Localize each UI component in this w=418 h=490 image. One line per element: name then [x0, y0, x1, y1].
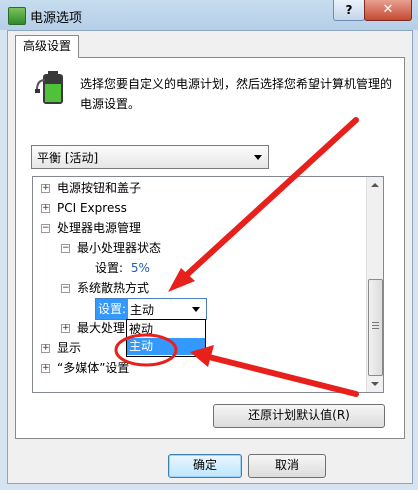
expand-icon[interactable]: + — [41, 184, 50, 193]
expand-icon[interactable]: + — [41, 344, 50, 353]
power-plan-value: 平衡 [活动] — [37, 151, 99, 165]
battery-plug-icon — [35, 71, 63, 104]
tree-item-label: “多媒体”设置 — [57, 361, 130, 375]
tree-item-label: 系统散热方式 — [77, 281, 150, 295]
dropdown-option-active[interactable]: 主动 — [127, 338, 205, 355]
scroll-thumb[interactable] — [368, 279, 383, 376]
power-options-icon — [8, 7, 26, 25]
window-title: 电源选项 — [30, 11, 83, 26]
scroll-down-icon[interactable] — [371, 382, 379, 386]
tree-item-label: 最小处理器状态 — [77, 241, 162, 255]
cancel-button[interactable]: 取消 — [248, 454, 326, 478]
collapse-icon[interactable]: − — [61, 244, 70, 253]
expand-icon[interactable]: + — [41, 364, 50, 373]
power-plan-select[interactable]: 平衡 [活动] — [31, 145, 269, 169]
collapse-icon[interactable]: − — [61, 284, 70, 293]
tab-advanced-settings[interactable]: 高级设置 — [15, 35, 79, 58]
restore-defaults-button[interactable]: 还原计划默认值(R) — [213, 404, 385, 428]
chevron-down-icon — [254, 155, 262, 160]
ok-button[interactable]: 确定 — [168, 454, 242, 478]
combo-setting-label: 设置: — [96, 299, 129, 319]
tree-item-label: 处理器电源管理 — [57, 221, 142, 235]
expand-icon[interactable]: + — [41, 204, 50, 213]
collapse-icon[interactable]: − — [41, 224, 50, 233]
expand-icon[interactable]: + — [61, 324, 70, 333]
title-bar: 电源选项 ? ✕ — [0, 0, 418, 30]
cooling-policy-combo[interactable]: 设置: 主动 — [95, 298, 207, 320]
cooling-policy-dropdown[interactable]: 被动 主动 — [126, 319, 206, 357]
combo-arrow-icon[interactable] — [192, 307, 200, 312]
tree-scrollbar[interactable] — [366, 177, 383, 392]
combo-value: 主动 — [130, 303, 155, 317]
scroll-up-icon[interactable] — [371, 183, 379, 187]
description-text: 选择您要自定义的电源计划，然后选择您希望计算机管理的电源设置。 — [80, 77, 393, 111]
min-state-setting-row: 设置: 5% — [95, 259, 150, 277]
setting-value-link[interactable]: 5% — [131, 261, 150, 275]
tree-item-label: PCI Express — [57, 201, 127, 215]
tree-item-label: 最大处理 — [77, 321, 126, 335]
settings-tree[interactable]: + 电源按钮和盖子 + PCI Express − 处理器电源管理 − 最小处理… — [32, 176, 384, 393]
tree-item-label: 显示 — [57, 341, 82, 355]
help-button[interactable]: ? — [333, 0, 365, 21]
dropdown-option-passive[interactable]: 被动 — [127, 321, 205, 338]
close-button[interactable]: ✕ — [364, 0, 412, 21]
setting-label: 设置: — [95, 261, 124, 275]
tree-item-label: 电源按钮和盖子 — [57, 181, 142, 195]
